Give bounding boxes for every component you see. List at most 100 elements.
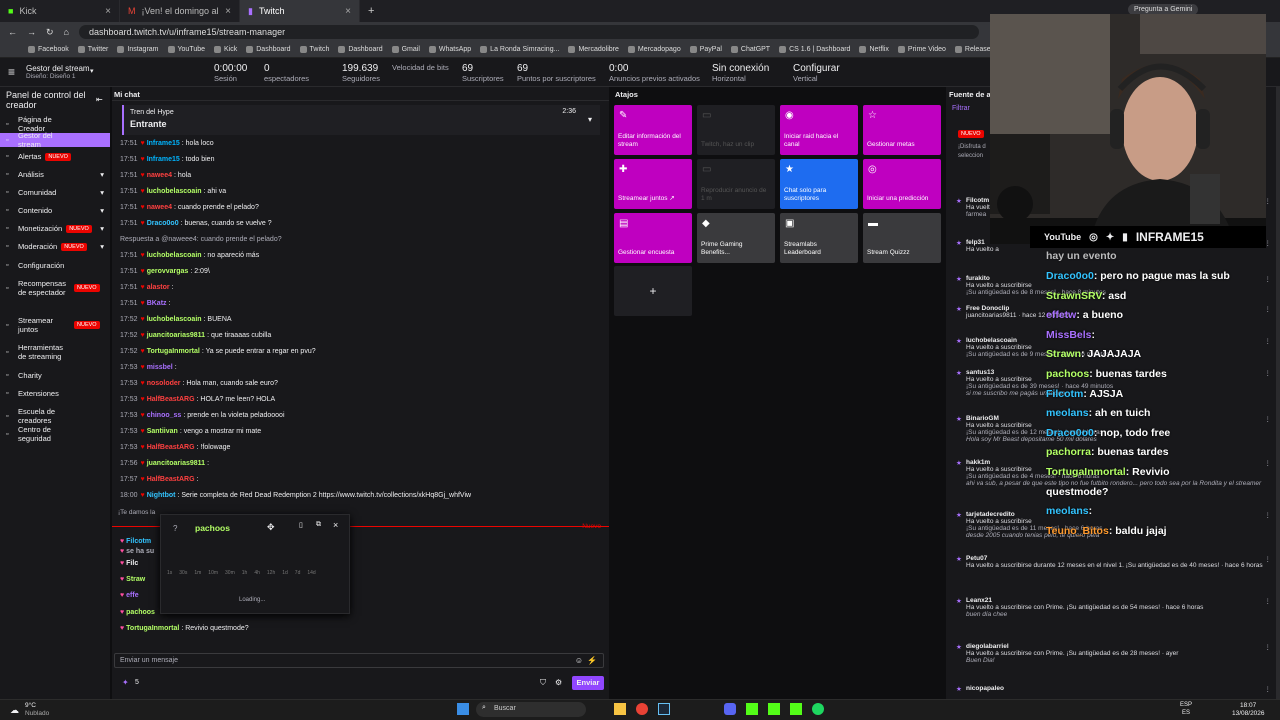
chat-username[interactable]: nosoloder <box>147 380 181 387</box>
chat-message[interactable]: 17:52 ♥ TortugaInmortal: Ya se puede entra… <box>120 348 316 355</box>
bookmark-item[interactable]: CS 1.6 | Dashboard <box>779 46 850 53</box>
taskbar-search[interactable]: ⌕ Buscar <box>476 702 586 717</box>
sidebar-item[interactable]: ▫ Charity <box>0 371 110 380</box>
chat-input[interactable]: Enviar un mensaje ☺ ⚡ <box>114 653 604 668</box>
stat-item[interactable]: 0:00 Anuncios previos activados <box>609 63 700 83</box>
file-explorer-icon[interactable] <box>614 703 626 715</box>
shortcut-tile[interactable]: ◎ Iniciar una predicción <box>863 159 941 209</box>
bookmark-item[interactable]: Kick <box>214 46 237 53</box>
chat-username[interactable]: alastor <box>147 284 170 291</box>
shortcut-tile[interactable]: ☆ Gestionar metas <box>863 105 941 155</box>
bits-icon[interactable]: ⚡ <box>587 656 597 665</box>
chat-username[interactable]: TortugaInmortal <box>147 348 200 355</box>
bookmark-item[interactable]: Netflix <box>859 46 889 53</box>
bookmark-item[interactable]: WhatsApp <box>428 46 471 53</box>
activity-header[interactable]: Fuente de ac <box>949 90 995 99</box>
close-icon[interactable]: × <box>105 6 111 17</box>
chat-username[interactable]: Filc <box>126 560 138 567</box>
shortcut-tile[interactable]: ★ Chat solo para suscriptores <box>780 159 858 209</box>
chat-username[interactable]: missbel <box>147 364 173 371</box>
chat-username[interactable]: Straw <box>126 576 145 583</box>
activity-item[interactable]: diegolabarriel Ha vuelto a suscribirse co… <box>956 643 1271 664</box>
timeout-option[interactable]: 12h <box>267 570 275 576</box>
language-indicator[interactable]: ESP <box>1180 702 1192 708</box>
activity-item[interactable]: Leanx21 Ha vuelto a suscribirse con Prime… <box>956 597 1271 618</box>
shortcut-tile[interactable]: ▭ Twitch, haz un clip <box>697 105 775 155</box>
chat-username[interactable]: Inframe15 <box>147 156 180 163</box>
chat-username[interactable]: Santiivan <box>147 428 178 435</box>
move-icon[interactable]: ✥ <box>267 522 275 533</box>
shortcut-tile[interactable]: ▤ Gestionar encuesta <box>614 213 692 263</box>
chat-username[interactable]: se ha su <box>126 548 154 555</box>
chat-username[interactable]: Inframe15 <box>147 140 180 147</box>
chat-username[interactable]: chinoo_ss <box>147 412 182 419</box>
stat-item[interactable]: 0:00:00 Sesión <box>214 63 247 83</box>
chat-message[interactable]: 17:51 ♥ nawee4: cuando prende el pelado? <box>120 204 259 211</box>
stat-item[interactable]: 199.639 Seguidores <box>342 63 380 83</box>
shortcut-tile[interactable]: ▭ Reproducir anuncio de 1 m <box>697 159 775 209</box>
stat-item[interactable]: 0 espectadores <box>264 63 309 83</box>
chat-username[interactable]: Draco0o0 <box>147 220 179 227</box>
kick-icon[interactable] <box>768 703 780 715</box>
chat-message[interactable]: ♥ Filcotm <box>120 538 153 545</box>
chat-message[interactable]: 17:52 ♥ luchobelascoain: BUENA <box>120 316 232 323</box>
sidebar-item[interactable]: ▫ Moderación NUEVO ▾ <box>0 242 110 251</box>
stat-item[interactable]: Velocidad de bits <box>392 63 449 72</box>
chat-username[interactable]: luchobelascoain <box>147 316 202 323</box>
bookmark-item[interactable]: Prime Video <box>897 46 946 53</box>
sidebar-item[interactable]: ▫ Streamear juntos NUEVO <box>0 316 110 334</box>
timeout-option[interactable]: 30m <box>225 570 235 576</box>
chat-username[interactable]: Nightbot <box>147 492 176 499</box>
chat-username[interactable]: nawee4 <box>147 172 172 179</box>
shortcut-tile[interactable]: ◆ Prime Gaming Benefits... <box>697 213 775 263</box>
timeout-option[interactable]: 1h <box>242 570 248 576</box>
chevron-down-icon[interactable]: ▾ <box>90 67 94 75</box>
sidebar-item[interactable]: ▫ Análisis ▾ <box>0 170 110 179</box>
bookmark-item[interactable]: Dashboard <box>338 46 383 53</box>
chat-username[interactable]: HalfBeastARG <box>147 476 195 483</box>
chat-message[interactable]: 17:53 ♥ nosoloder: Hola man, cuando sale e… <box>120 380 278 387</box>
bookmark-item[interactable]: Twitch <box>299 46 329 53</box>
bookmark-item[interactable]: La Ronda Simracing... <box>480 46 559 53</box>
chat-message[interactable]: 17:51 ♥ alastor: <box>120 284 174 291</box>
sidebar-item[interactable]: ▫ Extensiones <box>0 389 110 398</box>
sidebar-item[interactable]: ▫ Gestor del stream <box>0 131 110 149</box>
chat-message[interactable]: 17:53 ♥ Santiivan: vengo a mostrar mi mate <box>120 428 261 435</box>
timeout-option[interactable]: 1d <box>282 570 288 576</box>
stream-manager-title[interactable]: Gestor del stream <box>26 64 90 73</box>
chat-header[interactable]: Mi chat <box>114 90 140 99</box>
bookmark-item[interactable]: Facebook <box>28 46 69 53</box>
chat-message[interactable]: ♥ TortugaInmortal: Revivio questmode? <box>120 625 249 632</box>
chat-message[interactable]: ♥ effe <box>120 592 141 599</box>
chat-message[interactable]: ♥ Filc <box>120 560 140 567</box>
hype-train-banner[interactable]: Tren del Hype Entrante 2:36 ▾ <box>122 105 600 135</box>
close-icon[interactable]: × <box>225 6 231 17</box>
spotify-icon[interactable] <box>812 703 824 715</box>
chat-message[interactable]: 17:53 ♥ chinoo_ss: prende en la violeta pe… <box>120 412 285 419</box>
chat-message[interactable]: ♥ pachoos <box>120 609 157 616</box>
chat-message[interactable]: 17:51 ♥ luchobelascoain: no apareció más <box>120 252 259 259</box>
sidebar-item[interactable]: ▫ Centro de seguridad <box>0 425 110 443</box>
kick-icon[interactable] <box>746 703 758 715</box>
emote-icon[interactable]: ☺ <box>575 656 583 665</box>
chat-message[interactable]: 17:51 ♥ nawee4: hola <box>120 172 191 179</box>
forward-icon[interactable]: → <box>27 27 36 37</box>
chat-message[interactable]: 17:51 ♥ Inframe15: hola loco <box>120 140 214 147</box>
clock-time[interactable]: 18:07 <box>1240 702 1256 709</box>
new-tab-button[interactable]: + <box>360 5 382 17</box>
add-shortcut-button[interactable]: + <box>614 266 692 316</box>
chevron-down-icon[interactable]: ▾ <box>588 115 592 124</box>
browser-tab-twitch[interactable]: ▮ Twitch × <box>240 0 360 22</box>
timeout-option[interactable]: 30s <box>179 570 187 576</box>
url-field[interactable]: dashboard.twitch.tv/u/inframe15/stream-m… <box>78 25 979 39</box>
bookmark-item[interactable]: YouTube <box>167 46 205 53</box>
popup-username[interactable]: pachoos <box>195 523 230 533</box>
chat-message[interactable]: 17:51 ♥ Draco0o0: buenas, cuando se vuelve… <box>120 220 272 227</box>
bookmark-item[interactable]: Mercadolibre <box>568 46 619 53</box>
chat-username[interactable]: BKatz <box>147 300 167 307</box>
bookmark-item[interactable]: Gmail <box>391 46 420 53</box>
chat-message[interactable]: 17:51 ♥ gerovvargas: 2:09\ <box>120 268 210 275</box>
reload-icon[interactable]: ↻ <box>46 27 54 38</box>
timeout-option[interactable]: 14d <box>307 570 315 576</box>
chrome-icon[interactable] <box>636 703 648 715</box>
